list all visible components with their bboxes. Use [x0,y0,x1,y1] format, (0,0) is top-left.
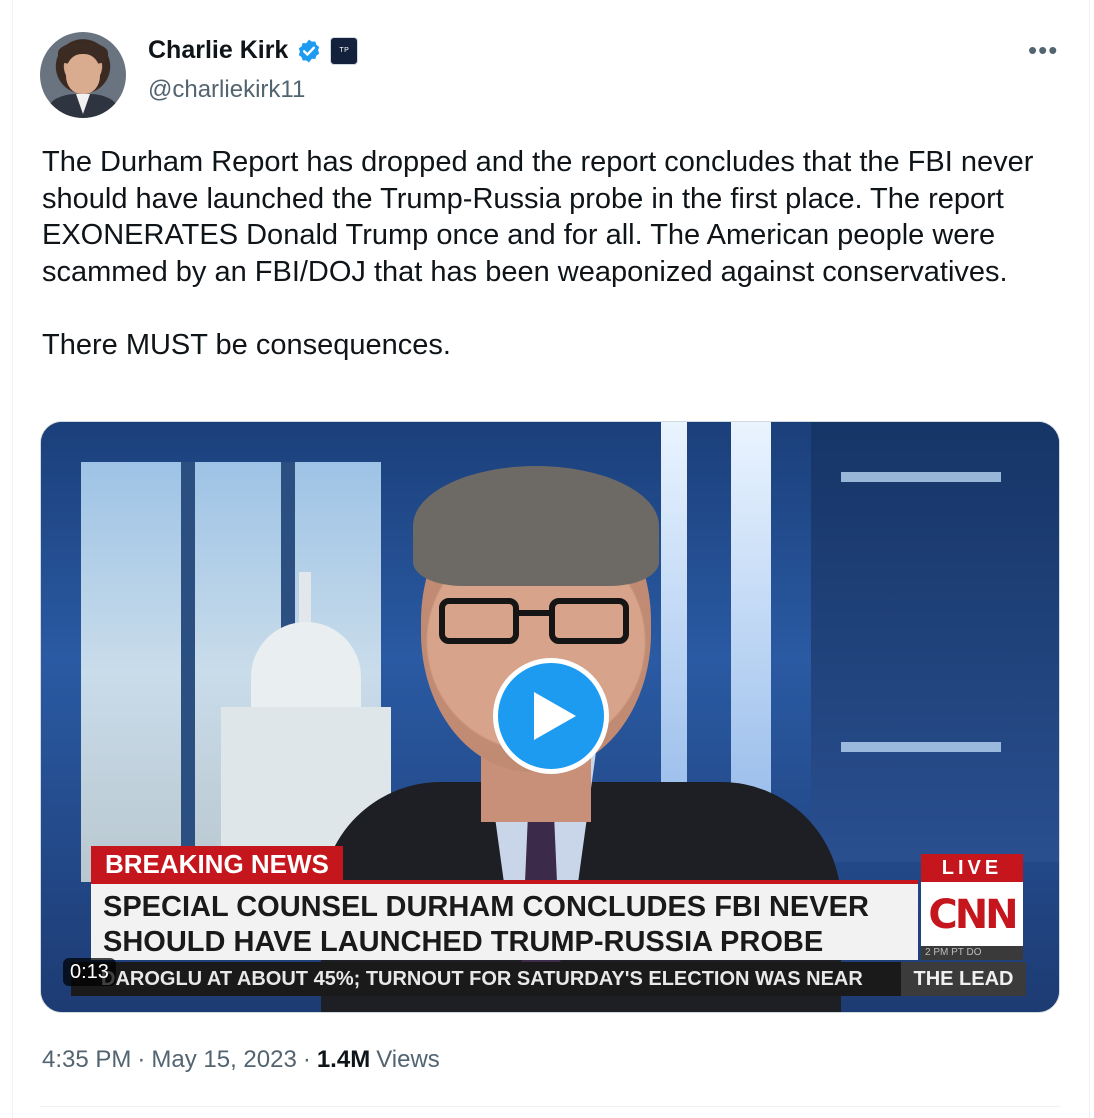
live-label: LIVE [921,854,1023,882]
video-player[interactable]: BREAKING NEWS SPECIAL COUNSEL DURHAM CON… [40,421,1060,1013]
tweet-paragraph: The Durham Report has dropped and the re… [42,146,1034,288]
tweet-paragraph: There MUST be consequences. [42,328,451,361]
verified-badge-icon[interactable] [296,38,322,64]
news-headline: SPECIAL COUNSEL DURHAM CONCLUDES FBI NEV… [91,880,918,960]
author-handle[interactable]: @charliekirk11 [148,76,305,104]
author-name[interactable]: Charlie Kirk [148,36,288,65]
breaking-news-label: BREAKING NEWS [91,846,343,882]
play-button[interactable] [493,658,609,774]
news-ticker: DAROGLU AT ABOUT 45%; TURNOUT FOR SATURD… [71,962,1026,996]
divider [40,1106,1060,1107]
network-logo: CNN [921,882,1023,948]
views-count: 1.4M [316,1046,371,1073]
separator: · [137,1046,146,1073]
tweet-text: The Durham Report has dropped and the re… [42,144,1062,363]
tweet-meta: 4:35 PM · May 15, 2023 · 1.4M Views [42,1046,440,1074]
author-row: Charlie Kirk TP [148,36,359,65]
headline-line: SPECIAL COUNSEL DURHAM CONCLUDES FBI NEV… [103,891,869,923]
tweet-date[interactable]: May 15, 2023 [151,1046,296,1074]
play-icon [534,692,576,740]
avatar[interactable] [40,32,126,118]
tweet-time[interactable]: 4:35 PM [42,1046,131,1074]
time-strip: 2 PM PT DO [921,946,1023,960]
ticker-text: DAROGLU AT ABOUT 45%; TURNOUT FOR SATURD… [101,968,863,990]
separator: · [302,1046,311,1073]
headline-line: SHOULD HAVE LAUNCHED TRUMP-RUSSIA PROBE [103,926,824,958]
video-timecode: 0:13 [63,958,116,986]
views-label: Views [376,1046,440,1073]
more-options-icon[interactable]: ••• [1028,37,1058,63]
affiliate-badge-icon[interactable]: TP [330,36,359,65]
show-name: THE LEAD [901,962,1026,996]
